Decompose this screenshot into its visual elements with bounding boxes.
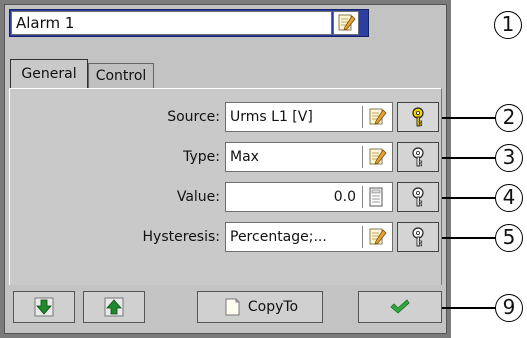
callout-line-4 xyxy=(442,197,497,199)
copyto-label: CopyTo xyxy=(247,299,299,315)
value-field[interactable]: 0.0 xyxy=(225,182,393,212)
checkmark-icon xyxy=(390,299,410,314)
arrow-up-icon xyxy=(104,297,124,317)
callout-2: 2 xyxy=(495,104,523,132)
tab-control[interactable]: Control xyxy=(88,63,154,90)
help-key-icon xyxy=(412,227,424,247)
callout-line-9 xyxy=(442,307,497,309)
value-calculator-button[interactable] xyxy=(362,186,389,208)
callout-line-2 xyxy=(442,117,497,119)
callout-4: 4 xyxy=(495,184,523,212)
edit-icon xyxy=(369,228,387,245)
help-key-icon xyxy=(412,107,424,127)
value-number: 0.0 xyxy=(333,189,356,205)
value-label: Value: xyxy=(176,189,220,205)
hysteresis-label: Hysteresis: xyxy=(142,229,220,245)
source-field[interactable]: Urms L1 [V] xyxy=(225,102,393,132)
hysteresis-help-button[interactable] xyxy=(397,222,439,252)
callout-1: 1 xyxy=(494,11,522,39)
move-up-button[interactable] xyxy=(83,291,145,323)
type-label: Type: xyxy=(183,149,220,165)
confirm-button[interactable] xyxy=(358,291,442,323)
source-label: Source: xyxy=(167,109,220,125)
type-field[interactable]: Max xyxy=(225,142,393,172)
alarm-name-field[interactable]: Alarm 1 xyxy=(11,11,332,35)
source-value: Urms L1 [V] xyxy=(230,109,313,125)
value-help-button[interactable] xyxy=(397,182,439,212)
copy-document-icon xyxy=(225,298,240,316)
callout-line-3 xyxy=(442,157,497,159)
calculator-icon xyxy=(369,187,383,207)
source-edit-button[interactable] xyxy=(362,106,389,128)
callout-line-5 xyxy=(442,237,497,239)
arrow-down-icon xyxy=(34,297,54,317)
type-edit-button[interactable] xyxy=(362,146,389,168)
hysteresis-value: Percentage;... xyxy=(230,229,327,245)
type-help-button[interactable] xyxy=(397,142,439,172)
copyto-button[interactable]: CopyTo xyxy=(197,291,323,323)
hysteresis-field[interactable]: Percentage;... xyxy=(225,222,393,252)
callout-3: 3 xyxy=(495,144,523,172)
edit-icon xyxy=(338,14,356,31)
source-help-button[interactable] xyxy=(397,102,439,132)
move-down-button[interactable] xyxy=(13,291,75,323)
callout-5: 5 xyxy=(495,224,523,252)
tab-general[interactable]: General xyxy=(10,59,88,89)
alarm-name-edit-button[interactable] xyxy=(333,11,359,35)
hysteresis-edit-button[interactable] xyxy=(362,226,389,248)
callout-9: 9 xyxy=(495,294,523,322)
edit-icon xyxy=(369,108,387,125)
help-key-icon xyxy=(412,147,424,167)
edit-icon xyxy=(369,148,387,165)
type-value: Max xyxy=(230,149,259,165)
help-key-icon xyxy=(412,187,424,207)
